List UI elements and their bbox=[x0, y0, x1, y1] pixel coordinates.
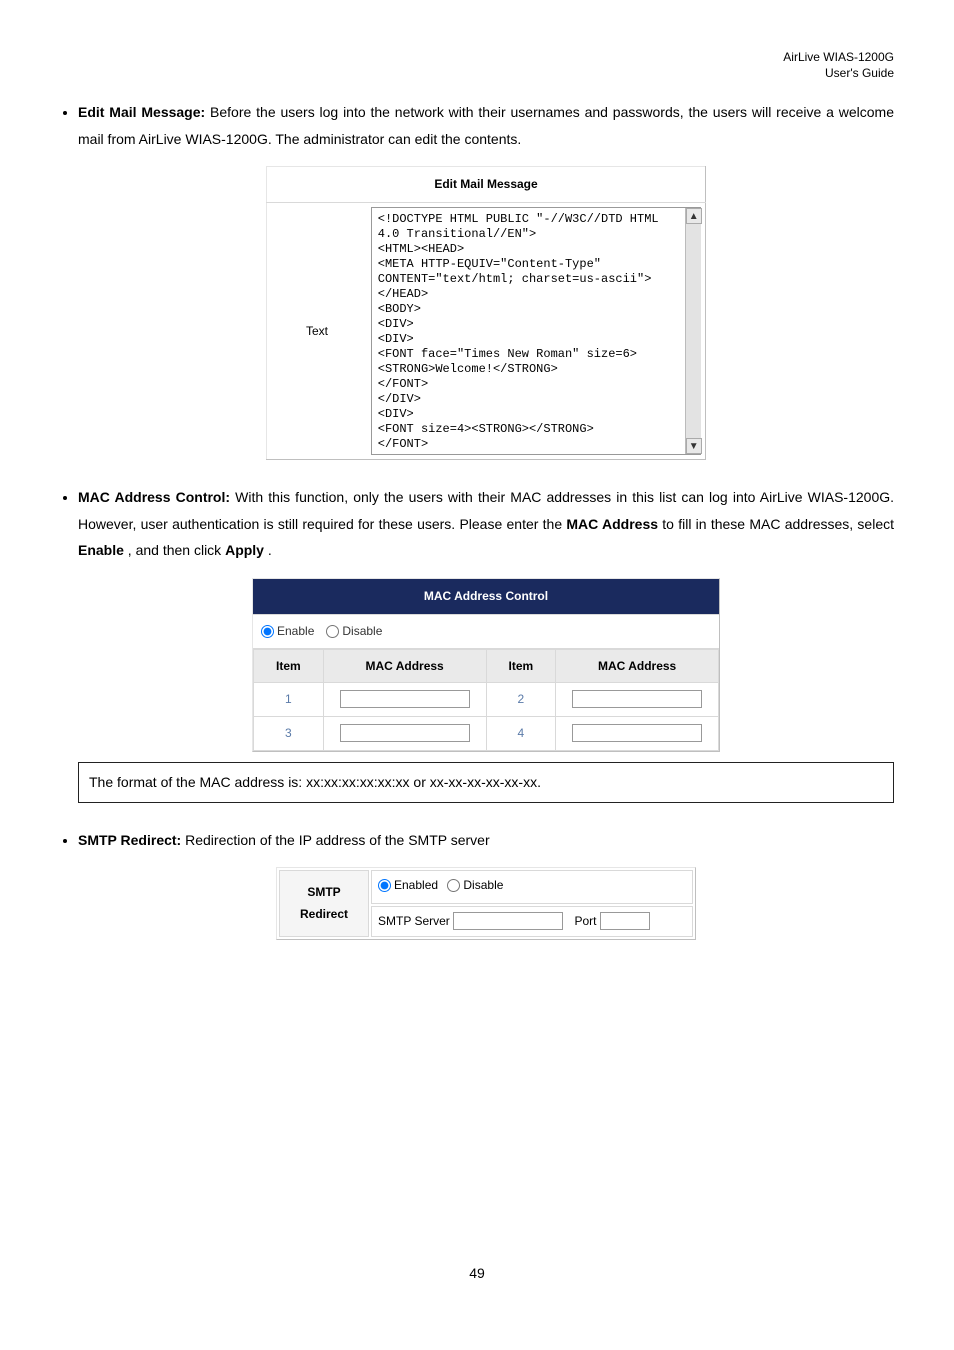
scrollbar[interactable]: ▲ ▼ bbox=[685, 208, 701, 454]
scroll-up-icon[interactable]: ▲ bbox=[686, 208, 702, 224]
smtp-fields-cell: SMTP Server Port bbox=[371, 906, 693, 937]
radio-row: Enable Disable bbox=[253, 614, 719, 649]
enable-radio[interactable]: Enable bbox=[261, 620, 314, 643]
disable-radio[interactable]: Disable bbox=[326, 620, 382, 643]
disable-radio-input[interactable] bbox=[447, 879, 460, 892]
doc-subtitle: User's Guide bbox=[60, 66, 894, 82]
item-num: 1 bbox=[254, 683, 324, 717]
item-num: 4 bbox=[486, 717, 556, 751]
section-label: Edit Mail Message: bbox=[78, 104, 205, 120]
doc-title: AirLive WIAS-1200G bbox=[60, 50, 894, 66]
note-text: The format of the MAC address is: xx:xx:… bbox=[89, 774, 541, 790]
section-intro: Redirection of the IP address of the SMT… bbox=[185, 832, 490, 848]
th-item: Item bbox=[254, 649, 324, 683]
field-label: Text bbox=[267, 203, 367, 460]
th-mac: MAC Address bbox=[556, 649, 719, 683]
apply-term: Apply bbox=[225, 542, 264, 558]
item-num: 3 bbox=[254, 717, 324, 751]
enabled-radio[interactable]: Enabled bbox=[378, 874, 438, 897]
port-input[interactable] bbox=[600, 912, 650, 930]
smtp-server-label: SMTP Server bbox=[378, 914, 450, 928]
intro-part-d: . bbox=[268, 542, 272, 558]
caution-note: The format of the MAC address is: xx:xx:… bbox=[78, 762, 894, 803]
item-num: 2 bbox=[486, 683, 556, 717]
panel-title: Edit Mail Message bbox=[267, 167, 706, 203]
row-label: SMTP Redirect bbox=[279, 870, 369, 936]
section-edit-mail: Edit Mail Message: Before the users log … bbox=[78, 99, 894, 460]
intro-part-b: to fill in these MAC addresses, select bbox=[662, 516, 894, 532]
disable-radio-label: Disable bbox=[342, 620, 382, 643]
section-mac-control: MAC Address Control: With this function,… bbox=[78, 484, 894, 802]
scroll-down-icon[interactable]: ▼ bbox=[686, 438, 702, 454]
panel-title: MAC Address Control bbox=[253, 579, 719, 614]
port-label: Port bbox=[574, 914, 596, 928]
disable-radio[interactable]: Disable bbox=[447, 874, 503, 897]
smtp-server-input[interactable] bbox=[453, 912, 563, 930]
section-label: MAC Address Control: bbox=[78, 489, 230, 505]
intro-part-c: , and then click bbox=[128, 542, 225, 558]
mail-text-input[interactable] bbox=[371, 207, 701, 455]
textarea-wrap: ▲ ▼ bbox=[371, 207, 701, 455]
disable-radio-label: Disable bbox=[463, 874, 503, 897]
enable-term: Enable bbox=[78, 542, 124, 558]
mac-input[interactable] bbox=[340, 690, 470, 708]
mac-input[interactable] bbox=[572, 724, 702, 742]
doc-header: AirLive WIAS-1200G User's Guide bbox=[60, 50, 894, 81]
disable-radio-input[interactable] bbox=[326, 625, 339, 638]
smtp-radio-cell: Enabled Disable bbox=[371, 870, 693, 904]
mac-input[interactable] bbox=[572, 690, 702, 708]
bullet-list: Edit Mail Message: Before the users log … bbox=[60, 99, 894, 939]
enabled-radio-label: Enabled bbox=[394, 874, 438, 897]
section-smtp: SMTP Redirect: Redirection of the IP add… bbox=[78, 827, 894, 940]
edit-mail-panel: Edit Mail Message Text ▲ ▼ bbox=[266, 166, 706, 460]
mac-address-term: MAC Address bbox=[566, 516, 658, 532]
enable-radio-label: Enable bbox=[277, 620, 314, 643]
section-label: SMTP Redirect: bbox=[78, 832, 181, 848]
page-number: 49 bbox=[60, 1260, 894, 1287]
smtp-panel: SMTP Redirect Enabled Disable SMTP Serve… bbox=[276, 867, 696, 939]
enabled-radio-input[interactable] bbox=[378, 879, 391, 892]
mac-table: Item MAC Address Item MAC Address 1 2 3 bbox=[253, 649, 719, 751]
th-item: Item bbox=[486, 649, 556, 683]
enable-radio-input[interactable] bbox=[261, 625, 274, 638]
mac-input[interactable] bbox=[340, 724, 470, 742]
th-mac: MAC Address bbox=[323, 649, 486, 683]
mac-panel: MAC Address Control Enable Disable Item … bbox=[252, 578, 720, 752]
